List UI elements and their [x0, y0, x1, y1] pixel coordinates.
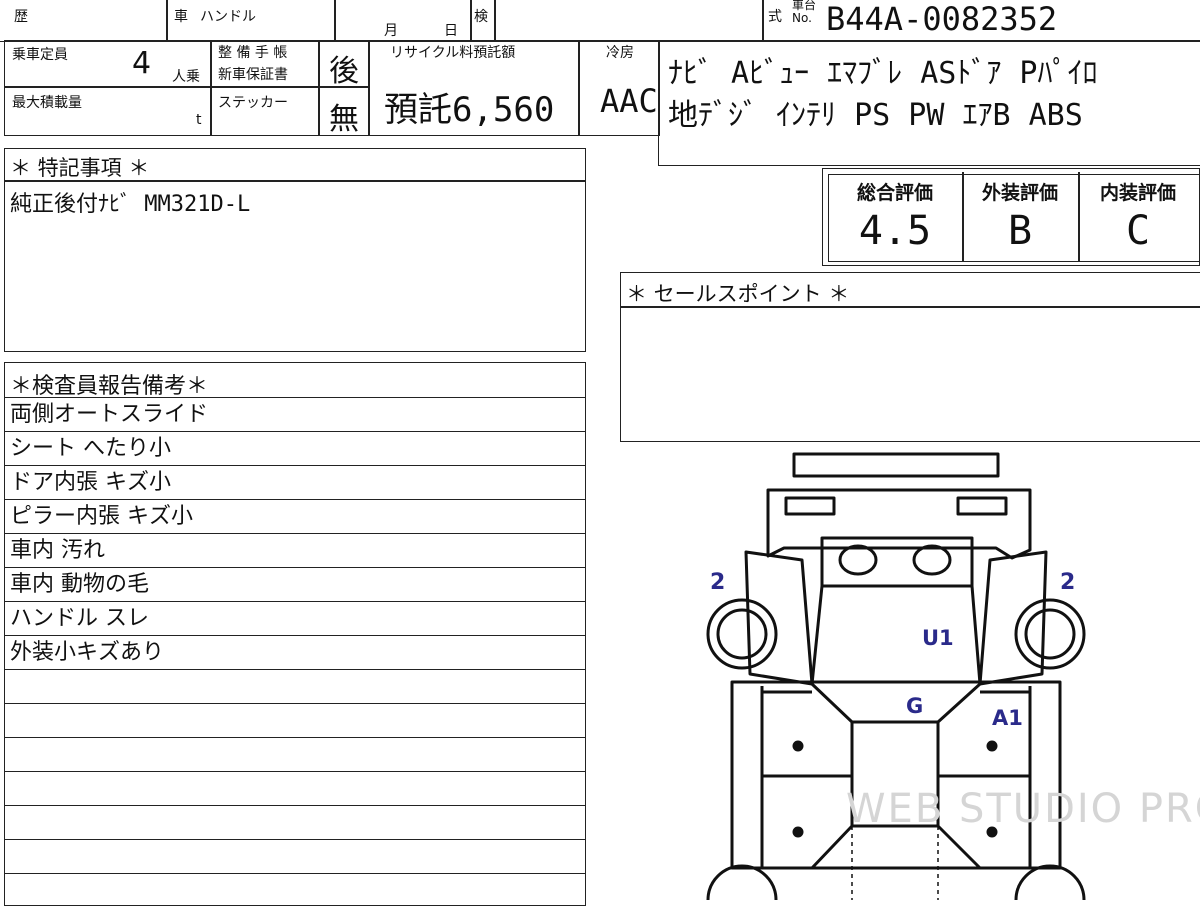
inspector-row [4, 806, 586, 840]
inspector-row [4, 772, 586, 806]
month-label: 月 [384, 23, 398, 39]
inspector-row: ハンドル スレ [4, 602, 586, 636]
door-lines-shape [762, 690, 1030, 778]
vehicle-label: 車 [174, 9, 188, 25]
inspector-row: 車内 汚れ [4, 534, 586, 568]
left-rear-wheel-shape [706, 864, 778, 900]
maintenance-label-2: 新車保証書 [218, 67, 288, 83]
maintenance-value: 後 [329, 54, 359, 89]
special-notes-text: 純正後付ﾅﾋﾞ MM321D-L [10, 192, 251, 217]
blank-header-cell [494, 0, 764, 42]
capacity-unit: 人乗 [172, 69, 200, 85]
mark-right-front: 2 [1060, 570, 1076, 595]
mark-roof: U1 [922, 626, 954, 650]
max-load-label: 最大積載量 [12, 95, 82, 111]
equipment-line-1: ﾅﾋﾞ Aﾋﾞｭｰ ｴﾏﾌﾞﾚ ASﾄﾞｱ Pﾊﾟｲﾛ [668, 56, 1098, 91]
overall-score-value: 4.5 [858, 208, 932, 254]
mark-door: A1 [992, 706, 1023, 730]
chassis-number: B44A-0082352 [826, 0, 1058, 38]
recycle-label: リサイクル料預託額 [390, 45, 516, 61]
roof-pillars-shape [810, 585, 982, 685]
front-frame-shape [766, 488, 1032, 560]
day-label: 日 [444, 23, 458, 39]
inspector-row: ドア内張 キズ小 [4, 466, 586, 500]
exterior-score-value: B [1007, 208, 1033, 254]
right-rear-wheel-shape [1014, 864, 1086, 900]
inspector-row: シート へたり小 [4, 432, 586, 466]
overall-score-label: 総合評価 [856, 182, 933, 204]
right-mirror-shape [912, 544, 952, 576]
capacity-label: 乗車定員 [12, 47, 68, 63]
right-front-handle-shape [986, 740, 998, 752]
special-notes-title: ＊ 特記事項 ＊ [10, 156, 150, 180]
inspection-label: 検 [474, 9, 488, 25]
left-front-wheel-inner [716, 608, 768, 660]
interior-score-label: 内装評価 [1099, 182, 1176, 204]
max-load-unit: t [196, 112, 202, 128]
history-label: 歴 [14, 9, 28, 25]
watermark-text: WEB STUDIO PRO [846, 786, 1200, 832]
model-label: 式 [768, 9, 782, 25]
inspector-row [4, 670, 586, 704]
aircon-label: 冷房 [606, 45, 634, 61]
aircon-value: AAC [600, 82, 658, 120]
recycle-value: 預託6,560 [384, 90, 555, 130]
inspector-row: ピラー内張 キズ小 [4, 500, 586, 534]
interior-score-value: C [1125, 208, 1151, 254]
maintenance-label-1: 整 備 手 帳 [218, 45, 288, 61]
inspector-rows: 両側オートスライド シート へたり小 ドア内張 キズ小 ピラー内張 キズ小 車内… [4, 398, 586, 874]
inspector-row: 両側オートスライド [4, 398, 586, 432]
rear-dashed-shape [851, 826, 939, 900]
left-headlight-shape [784, 496, 836, 516]
capacity-divider [4, 86, 212, 88]
front-bumper-shape [792, 452, 1000, 478]
inspector-row: 外装小キズあり [4, 636, 586, 670]
inspector-row [4, 704, 586, 738]
exterior-score-label: 外装評価 [981, 182, 1058, 204]
handle-label: ハンドル [200, 9, 256, 25]
sticker-value: 無 [329, 102, 359, 137]
mark-left-front: 2 [710, 570, 726, 595]
left-mirror-shape [838, 544, 878, 576]
vehicle-diagram [706, 452, 1086, 900]
right-headlight-shape [956, 496, 1008, 516]
mark-glass: G [906, 694, 924, 718]
chassis-label: 車台 No. [792, 0, 817, 25]
left-rear-handle-shape [792, 826, 804, 838]
equipment-line-2: 地ﾃﾞｼﾞ ｲﾝﾃﾘ PS PW ｴｱB ABS [668, 98, 1083, 133]
right-front-wheel-inner [1024, 608, 1076, 660]
capacity-value: 4 [132, 46, 152, 81]
inspector-row: 車内 動物の毛 [4, 568, 586, 602]
sticker-label: ステッカー [218, 95, 288, 111]
inspector-title: ＊検査員報告備考＊ [10, 374, 209, 399]
inspector-row [4, 840, 586, 874]
sales-point-title: ＊ セールスポイント ＊ [626, 282, 850, 306]
inspector-row [4, 738, 586, 772]
left-front-handle-shape [792, 740, 804, 752]
